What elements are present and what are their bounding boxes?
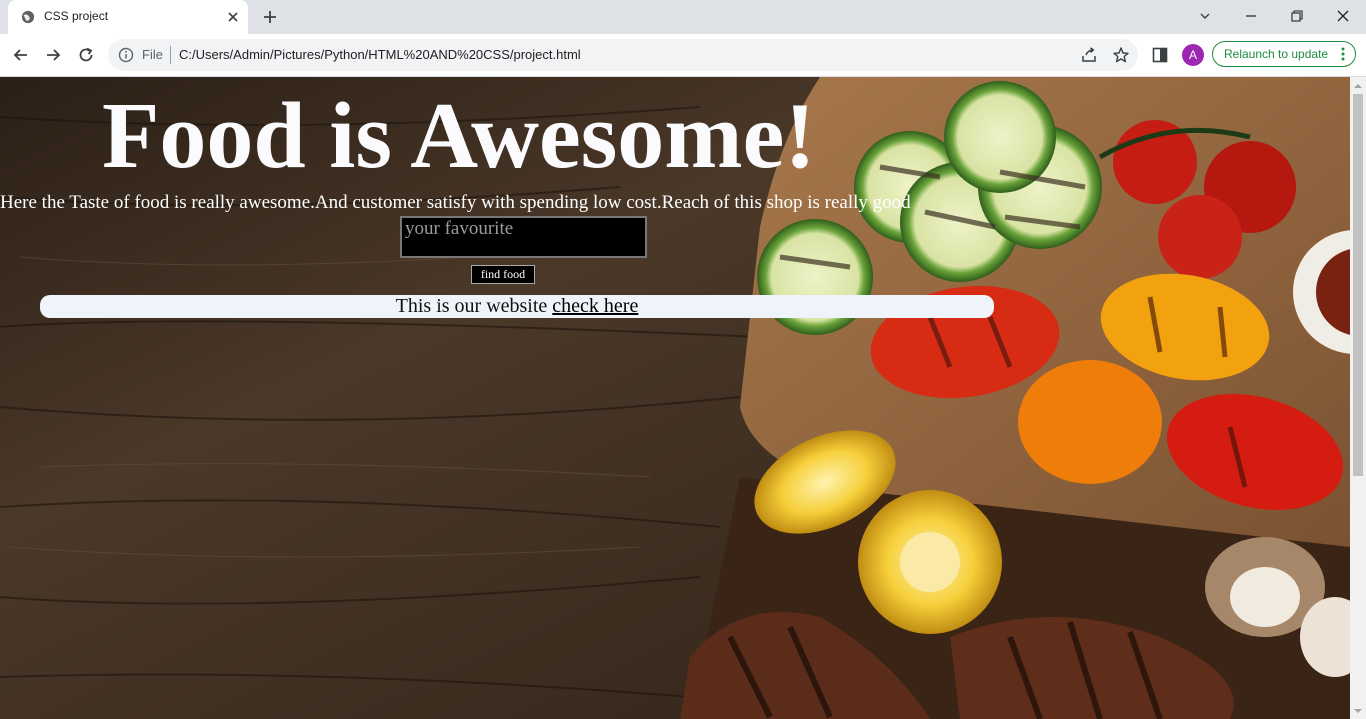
reload-icon[interactable] <box>74 43 98 67</box>
window-close-icon[interactable] <box>1329 4 1357 28</box>
url-text[interactable]: C:/Users/Admin/Pictures/Python/HTML%20AN… <box>179 47 581 62</box>
bookmark-star-icon[interactable] <box>1112 46 1130 64</box>
tab-strip: CSS project <box>0 0 1366 34</box>
check-here-link[interactable]: check here <box>552 295 638 317</box>
site-info-icon[interactable] <box>118 47 134 63</box>
back-arrow-icon[interactable] <box>9 43 33 67</box>
scroll-up-arrow-icon[interactable] <box>1354 82 1362 90</box>
profile-avatar[interactable]: A <box>1182 44 1204 66</box>
tab-search-chevron-icon[interactable] <box>1191 4 1219 28</box>
globe-icon <box>21 10 35 24</box>
forward-arrow-icon[interactable] <box>41 43 65 67</box>
page-viewport: Food is Awesome! Here the Taste of food … <box>0 77 1350 719</box>
url-separator <box>170 46 171 64</box>
share-icon[interactable] <box>1080 46 1098 64</box>
page-title: Food is Awesome! <box>102 84 816 188</box>
minimize-icon[interactable] <box>1237 4 1265 28</box>
vertical-scrollbar[interactable] <box>1350 77 1366 719</box>
restore-icon[interactable] <box>1283 4 1311 28</box>
new-tab-icon[interactable] <box>260 7 280 27</box>
find-food-button[interactable]: find food <box>471 265 535 284</box>
info-text: This is our website <box>395 295 553 317</box>
address-bar[interactable]: File C:/Users/Admin/Pictures/Python/HTML… <box>108 39 1138 71</box>
close-tab-icon[interactable] <box>224 8 242 26</box>
more-menu-icon[interactable] <box>1337 47 1349 61</box>
url-scheme-label: File <box>142 47 163 62</box>
browser-tab[interactable]: CSS project <box>8 0 248 34</box>
scrollbar-thumb[interactable] <box>1353 94 1363 476</box>
info-bar: This is our website check here <box>40 295 994 318</box>
relaunch-label: Relaunch to update <box>1224 47 1329 61</box>
browser-toolbar: File C:/Users/Admin/Pictures/Python/HTML… <box>0 34 1366 77</box>
page-tagline: Here the Taste of food is really awesome… <box>0 192 911 213</box>
scroll-down-arrow-icon[interactable] <box>1354 707 1362 715</box>
tab-title: CSS project <box>44 9 109 23</box>
side-panel-icon[interactable] <box>1151 46 1169 64</box>
relaunch-to-update-button[interactable]: Relaunch to update <box>1212 41 1356 67</box>
search-input[interactable] <box>400 216 647 258</box>
